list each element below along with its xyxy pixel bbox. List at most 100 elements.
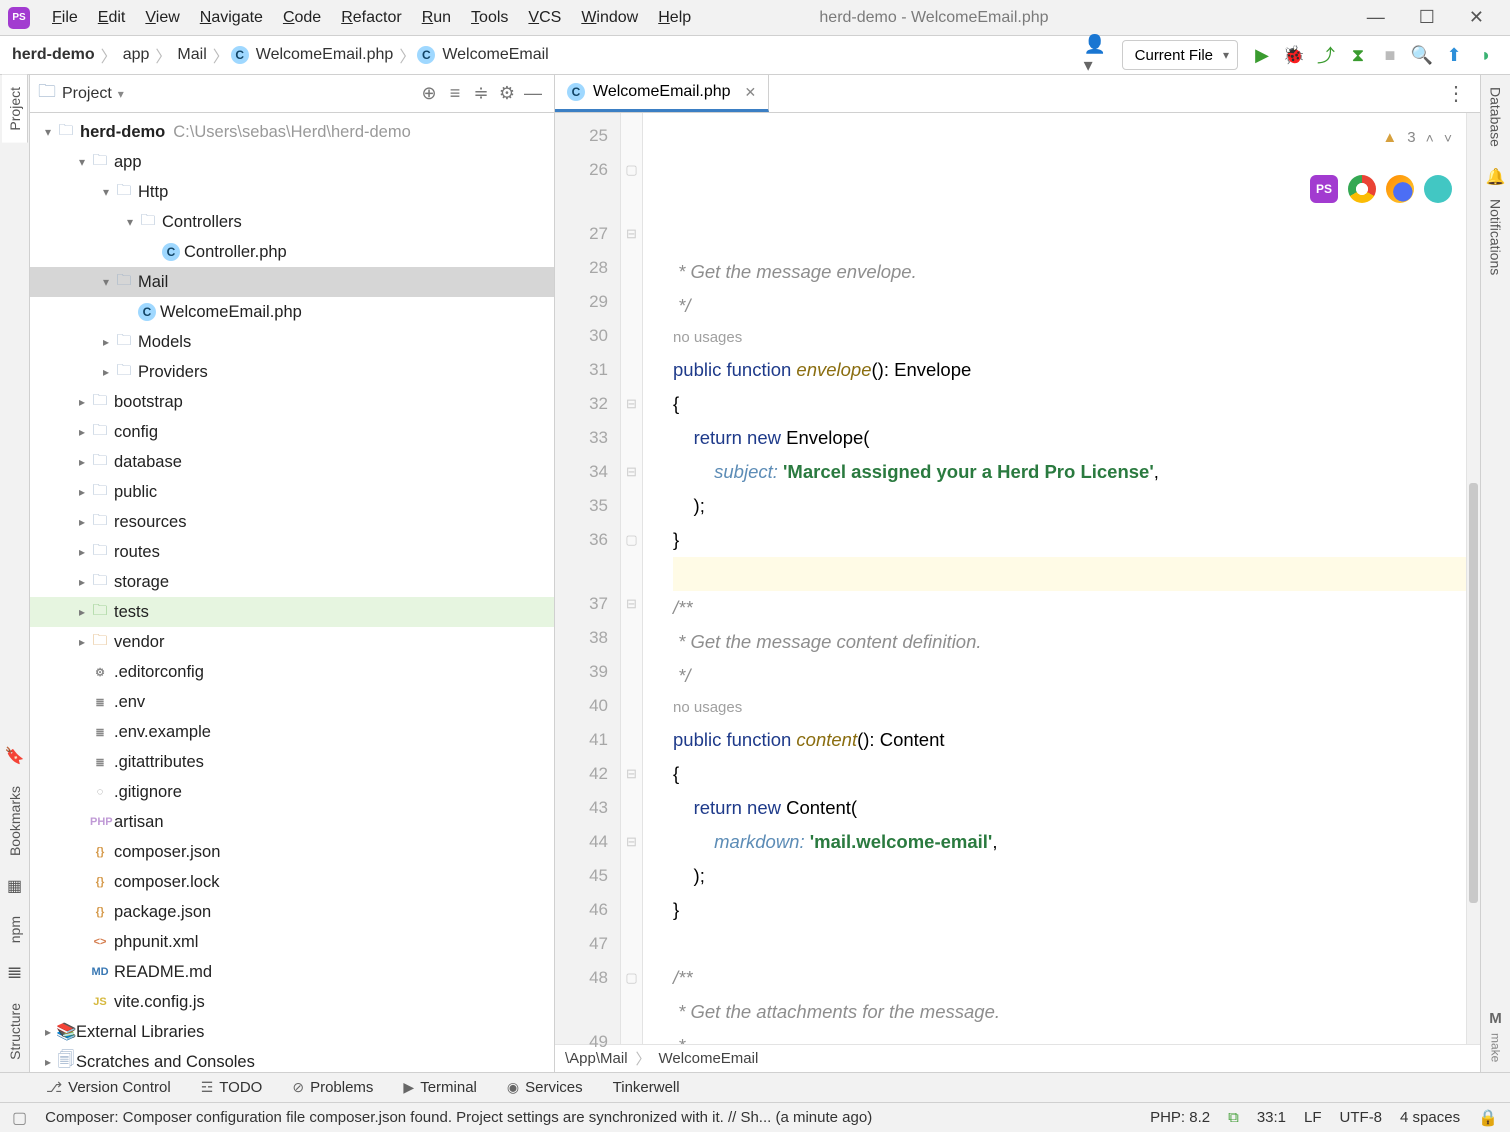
make-icon[interactable]: M — [1489, 1010, 1502, 1027]
minimize-icon[interactable]: ― — [1367, 7, 1385, 28]
ide-services-icon[interactable]: ◗ — [1472, 41, 1500, 69]
search-icon[interactable]: 🔍 — [1408, 41, 1436, 69]
chevron-down-icon[interactable]: ▾ — [118, 87, 124, 101]
status-encoding[interactable]: UTF-8 — [1340, 1109, 1383, 1126]
tool-tab-tinkerwell[interactable]: Tinkerwell — [613, 1079, 680, 1096]
tree-item[interactable]: <>phpunit.xml — [30, 927, 554, 957]
maximize-icon[interactable]: ☐ — [1419, 7, 1435, 28]
tree-item[interactable]: ≣.env — [30, 687, 554, 717]
tool-windows-icon[interactable]: ▢ — [12, 1108, 27, 1128]
tool-tab-notifications[interactable]: Notifications — [1484, 187, 1508, 287]
settings-icon[interactable]: ⚙ — [494, 83, 520, 104]
tool-tab-todo[interactable]: ☲TODO — [201, 1079, 263, 1096]
tree-extra[interactable]: ▸📚External Libraries — [30, 1017, 554, 1047]
tree-item[interactable]: PHPartisan — [30, 807, 554, 837]
warning-count[interactable]: 3 — [1407, 121, 1415, 155]
scrollbar-thumb[interactable] — [1469, 483, 1478, 903]
breadcrumb-part[interactable]: Mail — [173, 46, 210, 64]
fold-gutter[interactable]: ▢⊟⊟⊟▢⊟⊟⊟▢ — [621, 113, 643, 1044]
tree-item[interactable]: {}package.json — [30, 897, 554, 927]
tree-item[interactable]: ▸🗀storage — [30, 567, 554, 597]
tree-item[interactable]: ≣.gitattributes — [30, 747, 554, 777]
tool-tab-services[interactable]: ◉Services — [507, 1079, 583, 1096]
tool-tab-database[interactable]: Database — [1484, 75, 1508, 159]
tree-item[interactable]: ▾🗀app — [30, 147, 554, 177]
menu-edit[interactable]: Edit — [88, 9, 136, 27]
tree-item[interactable]: CController.php — [30, 237, 554, 267]
debug-icon[interactable]: 🐞 — [1280, 41, 1308, 69]
breadcrumb-part[interactable]: app — [119, 46, 154, 64]
npm-icon[interactable]: ▦ — [7, 868, 22, 904]
tool-tab-structure[interactable]: Structure — [3, 991, 27, 1072]
line-gutter[interactable]: 2526272829303132333435363738394041424344… — [555, 113, 621, 1044]
status-indent[interactable]: 4 spaces — [1400, 1109, 1460, 1126]
phpstorm-icon[interactable]: PS — [1310, 175, 1338, 203]
menu-view[interactable]: View — [135, 9, 189, 27]
tool-tab-bookmarks[interactable]: Bookmarks — [3, 774, 27, 868]
menu-run[interactable]: Run — [412, 9, 461, 27]
tree-item[interactable]: ▸🗀Providers — [30, 357, 554, 387]
run-config-select[interactable]: Current File — [1122, 40, 1238, 70]
bookmarks-icon[interactable]: 🔖 — [5, 738, 25, 774]
tool-tab-terminal[interactable]: ▶Terminal — [403, 1079, 476, 1096]
user-icon[interactable]: 👤▾ — [1084, 41, 1112, 69]
prev-problem-icon[interactable]: ˄ — [1426, 121, 1434, 155]
status-line-separator[interactable]: LF — [1304, 1109, 1322, 1126]
editor-scrollbar[interactable] — [1466, 113, 1480, 1044]
editor-tab[interactable]: C WelcomeEmail.php ✕ — [555, 75, 769, 112]
tree-item[interactable]: ▾🗀Http — [30, 177, 554, 207]
tool-tab-npm[interactable]: npm — [3, 904, 27, 955]
run-icon[interactable]: ▶ — [1248, 41, 1276, 69]
tree-item[interactable]: ⚙.editorconfig — [30, 657, 554, 687]
tree-item[interactable]: ▸🗀database — [30, 447, 554, 477]
tree-item[interactable]: {}composer.json — [30, 837, 554, 867]
tree-item[interactable]: ▾🗀Controllers — [30, 207, 554, 237]
tree-item[interactable]: ▸🗀tests — [30, 597, 554, 627]
tree-item[interactable]: ▸🗀bootstrap — [30, 387, 554, 417]
expand-all-icon[interactable]: ≡ — [442, 83, 468, 104]
tool-tab-version-control[interactable]: ⎇Version Control — [46, 1079, 171, 1096]
status-message[interactable]: Composer: Composer configuration file co… — [45, 1109, 1132, 1126]
structure-icon[interactable]: 𝌆 — [7, 955, 21, 991]
tree-item[interactable]: CWelcomeEmail.php — [30, 297, 554, 327]
tree-item[interactable]: ▸🗀resources — [30, 507, 554, 537]
breadcrumb-part[interactable]: WelcomeEmail — [438, 46, 552, 64]
tree-item[interactable]: ▸🗀config — [30, 417, 554, 447]
menu-file[interactable]: File — [42, 9, 88, 27]
chrome-icon[interactable] — [1348, 175, 1376, 203]
sync-icon[interactable]: ⬆ — [1440, 41, 1468, 69]
warning-icon[interactable]: ▲ — [1382, 121, 1397, 155]
status-php[interactable]: PHP: 8.2 — [1150, 1109, 1210, 1126]
tree-item[interactable]: ▸🗀Models — [30, 327, 554, 357]
status-indent-icon[interactable]: ⧉ — [1228, 1109, 1239, 1126]
tool-tab-project[interactable]: Project — [2, 75, 28, 143]
tree-item[interactable]: ▸🗀public — [30, 477, 554, 507]
locate-icon[interactable]: ⊕ — [416, 83, 442, 104]
hide-icon[interactable]: ― — [520, 83, 546, 104]
breadcrumb-root[interactable]: herd-demo — [8, 46, 99, 64]
coverage-icon[interactable]: ⤴ — [1312, 41, 1340, 69]
menu-code[interactable]: Code — [273, 9, 331, 27]
project-tree[interactable]: ▾🗀herd-demoC:\Users\sebas\Herd\herd-demo… — [30, 113, 554, 1072]
edge-icon[interactable] — [1424, 175, 1452, 203]
stop-icon[interactable]: ■ — [1376, 41, 1404, 69]
breadcrumb[interactable]: herd-demo 〉 app 〉 Mail 〉 C WelcomeEmail.… — [8, 43, 553, 67]
tree-root[interactable]: ▾🗀herd-demoC:\Users\sebas\Herd\herd-demo — [30, 117, 554, 147]
profile-icon[interactable]: ⧗ — [1344, 41, 1372, 69]
close-icon[interactable]: ✕ — [1469, 7, 1484, 28]
tree-extra[interactable]: ▸🗐Scratches and Consoles — [30, 1047, 554, 1072]
bell-icon[interactable]: 🔔 — [1486, 167, 1506, 187]
code-editor[interactable]: ▲ 3 ˄ ˅ PS * Get the message envelope. *… — [643, 113, 1466, 1044]
footer-crumb-part[interactable]: WelcomeEmail — [659, 1050, 759, 1067]
collapse-all-icon[interactable]: ≑ — [468, 83, 494, 104]
tool-tab-problems[interactable]: ⊘Problems — [292, 1079, 373, 1096]
menu-navigate[interactable]: Navigate — [190, 9, 273, 27]
tab-more-icon[interactable]: ⋮ — [1432, 75, 1480, 112]
next-problem-icon[interactable]: ˅ — [1444, 121, 1452, 155]
tree-item[interactable]: JSvite.config.js — [30, 987, 554, 1017]
project-view-label[interactable]: Project — [62, 85, 112, 103]
menu-refactor[interactable]: Refactor — [331, 9, 411, 27]
tree-item[interactable]: ▾🗀Mail — [30, 267, 554, 297]
breadcrumb-part[interactable]: WelcomeEmail.php — [252, 46, 398, 64]
close-tab-icon[interactable]: ✕ — [745, 84, 757, 101]
